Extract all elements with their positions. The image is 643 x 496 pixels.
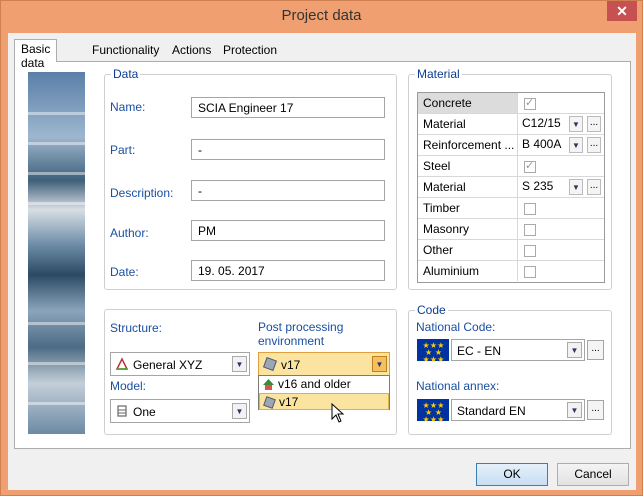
concrete-material-ellipsis-button[interactable]: ...	[587, 116, 601, 132]
chevron-down-icon[interactable]: ▼	[232, 403, 247, 419]
chevron-down-icon[interactable]: ▼	[567, 342, 582, 358]
post-processing-dropdown-list: v16 and older v17	[258, 375, 390, 410]
material-row-concrete-material[interactable]: Material C12/15 ▼ ...	[418, 114, 604, 135]
material-row-steel-material[interactable]: Material S 235 ▼ ...	[418, 177, 604, 198]
concrete-checkbox[interactable]	[524, 96, 536, 110]
concrete-material-value: C12/15	[522, 116, 561, 130]
model-icon	[117, 405, 127, 417]
name-input[interactable]: SCIA Engineer 17	[191, 97, 385, 118]
name-label: Name:	[110, 100, 146, 114]
reinforcement-ellipsis-button[interactable]: ...	[587, 137, 601, 153]
data-group-legend: Data	[113, 67, 139, 81]
national-annex-label: National annex:	[416, 379, 500, 393]
cancel-button[interactable]: Cancel	[557, 463, 629, 486]
material-row-masonry[interactable]: Masonry	[418, 219, 604, 240]
description-input[interactable]: -	[191, 180, 385, 201]
eu-flag-icon: ★ ★ ★ ★ ★ ★ ★ ★	[417, 339, 449, 364]
tab-protection[interactable]: Protection	[217, 41, 283, 61]
material-row-label: Concrete	[418, 93, 518, 113]
chevron-down-icon[interactable]: ▼	[567, 402, 582, 418]
author-input[interactable]: PM	[191, 220, 385, 241]
post-processing-select[interactable]: v17 ▼	[258, 352, 390, 376]
date-label: Date:	[110, 265, 139, 279]
post-option-label: v16 and older	[278, 377, 351, 391]
material-row-label: Steel	[418, 156, 518, 176]
model-label: Model:	[110, 379, 147, 393]
code-group-legend: Code	[417, 303, 446, 317]
tab-functionality[interactable]: Functionality	[86, 41, 165, 61]
structure-value: General XYZ	[133, 358, 203, 372]
chevron-down-icon[interactable]: ▼	[569, 179, 583, 195]
national-annex-ellipsis-button[interactable]: ...	[587, 400, 604, 420]
tab-actions[interactable]: Actions	[166, 41, 217, 61]
national-code-select[interactable]: EC - EN ▼	[451, 339, 585, 361]
national-annex-select[interactable]: Standard EN ▼	[451, 399, 585, 421]
part-label: Part:	[110, 143, 136, 157]
steel-material-value: S 235	[522, 179, 554, 193]
structure-icon	[115, 357, 129, 370]
title-bar: Project data ✕	[1, 1, 642, 33]
material-row-label: Masonry	[418, 219, 518, 239]
chevron-down-icon[interactable]: ▼	[232, 356, 247, 372]
close-button[interactable]: ✕	[607, 1, 637, 21]
window-title: Project data	[281, 7, 362, 24]
model-value: One	[133, 405, 156, 419]
material-row-label: Material	[418, 114, 518, 134]
reinforcement-value: B 400A	[522, 137, 562, 151]
material-row-reinforcement[interactable]: Reinforcement ... B 400A ▼ ...	[418, 135, 604, 156]
steel-material-ellipsis-button[interactable]: ...	[587, 179, 601, 195]
model-select[interactable]: One ▼	[110, 399, 250, 423]
chevron-down-icon[interactable]: ▼	[372, 356, 387, 372]
part-input[interactable]: -	[191, 139, 385, 160]
environment-icon	[263, 357, 277, 371]
chevron-down-icon[interactable]: ▼	[569, 137, 583, 153]
material-row-aluminium[interactable]: Aluminium	[418, 261, 604, 282]
post-option-label: v17	[279, 395, 299, 409]
national-code-value: EC - EN	[457, 344, 502, 358]
timber-checkbox[interactable]	[524, 203, 536, 215]
other-checkbox[interactable]	[524, 245, 536, 257]
aluminium-checkbox[interactable]	[524, 266, 536, 278]
material-row-other[interactable]: Other	[418, 240, 604, 261]
project-data-window: Project data ✕ Basic data Functionality …	[0, 0, 643, 496]
date-input[interactable]: 19. 05. 2017	[191, 260, 385, 281]
eu-flag-icon: ★ ★ ★ ★ ★ ★ ★ ★	[417, 399, 449, 424]
material-grid: Concrete Material C12/15 ▼ ... Reinforce…	[417, 92, 605, 283]
environment-icon	[263, 396, 276, 409]
tab-basic-data[interactable]: Basic data	[14, 39, 58, 70]
post-processing-label-line2: environment	[258, 334, 325, 348]
structure-label: Structure:	[110, 321, 163, 335]
material-row-label: Timber	[418, 198, 518, 218]
material-row-label: Reinforcement ...	[418, 135, 518, 155]
mouse-cursor-icon	[331, 403, 345, 423]
national-code-label: National Code:	[416, 320, 496, 334]
national-code-ellipsis-button[interactable]: ...	[587, 340, 604, 360]
author-label: Author:	[110, 226, 149, 240]
material-row-label: Aluminium	[418, 261, 518, 281]
description-label: Description:	[110, 186, 174, 200]
masonry-checkbox[interactable]	[524, 224, 536, 236]
national-annex-value: Standard EN	[457, 404, 526, 418]
material-row-timber[interactable]: Timber	[418, 198, 604, 219]
material-row-label: Material	[418, 177, 518, 197]
material-row-steel[interactable]: Steel	[418, 156, 604, 177]
project-image	[28, 72, 85, 434]
house-icon	[263, 379, 274, 390]
material-row-concrete[interactable]: Concrete	[418, 93, 604, 114]
post-processing-label-line1: Post processing	[258, 320, 344, 334]
chevron-down-icon[interactable]: ▼	[569, 116, 583, 132]
ok-button[interactable]: OK	[476, 463, 548, 486]
structure-select[interactable]: General XYZ ▼	[110, 352, 250, 376]
post-processing-value: v17	[281, 358, 301, 372]
post-option-v17[interactable]: v17	[259, 393, 389, 410]
post-option-v16[interactable]: v16 and older	[259, 376, 389, 393]
material-row-label: Other	[418, 240, 518, 260]
steel-checkbox[interactable]	[524, 159, 536, 173]
material-group-legend: Material	[417, 67, 460, 81]
